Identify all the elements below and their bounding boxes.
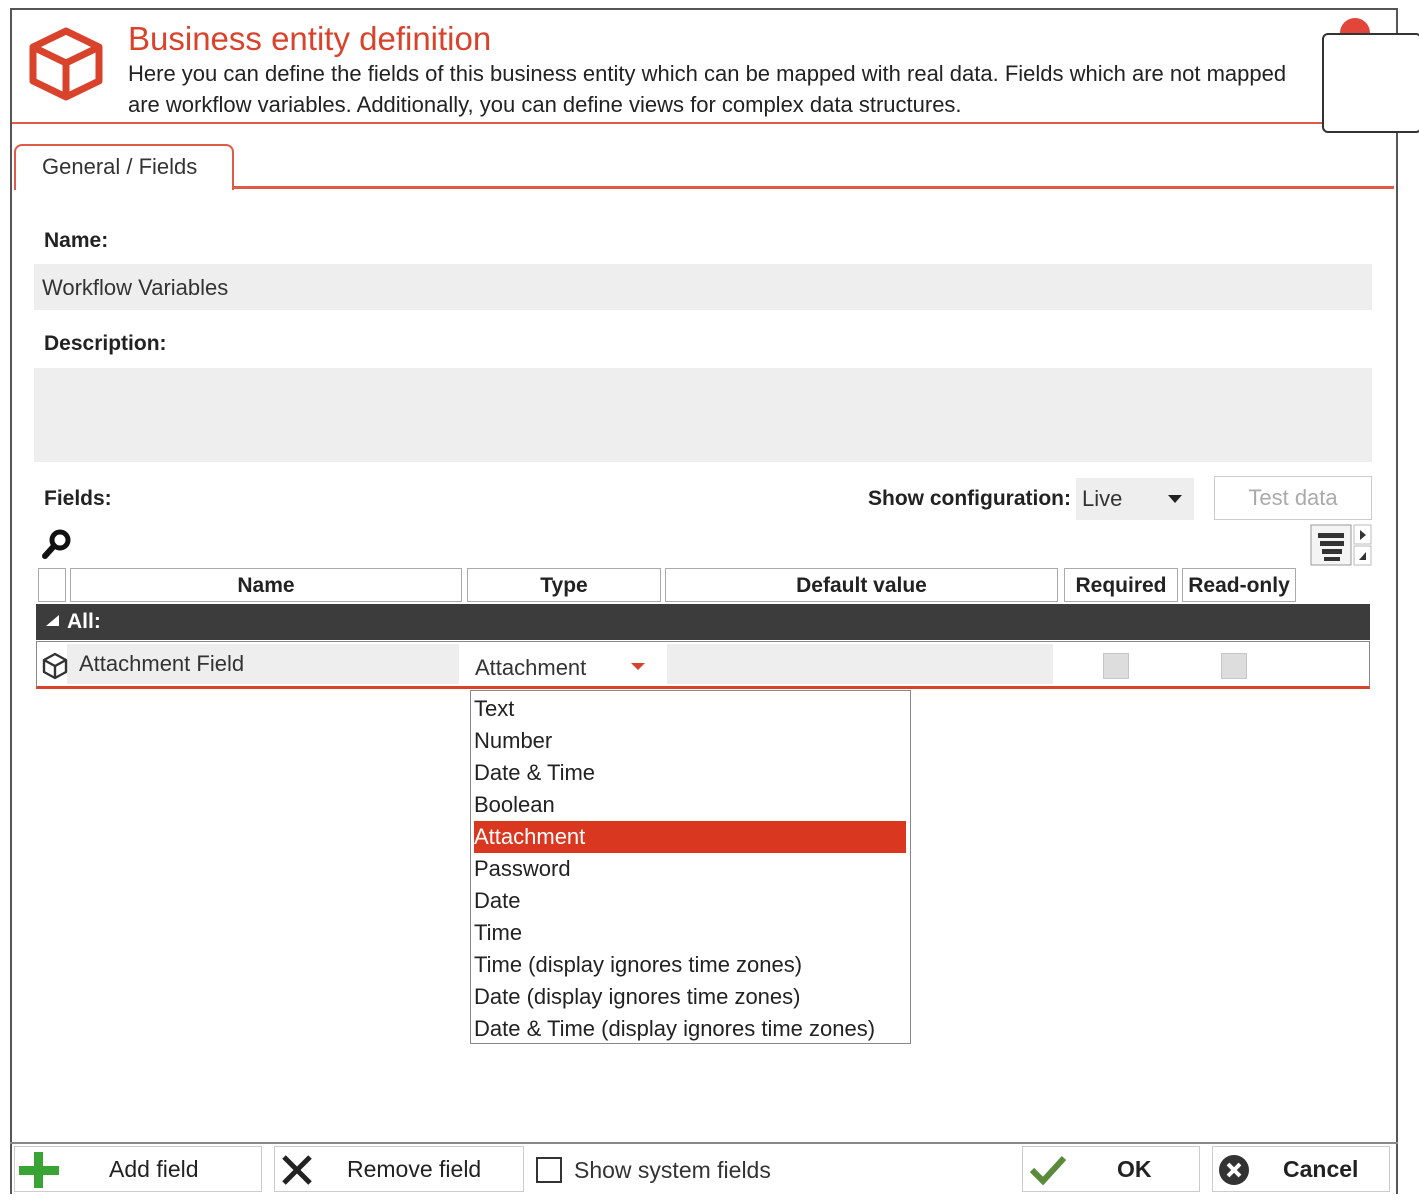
check-icon bbox=[1029, 1154, 1067, 1186]
dropdown-option-password[interactable]: Password bbox=[474, 853, 906, 885]
column-chooser-icon[interactable] bbox=[1310, 524, 1372, 566]
overlay-box bbox=[1322, 33, 1419, 133]
header-divider bbox=[12, 122, 1322, 124]
footer-divider bbox=[10, 1142, 1398, 1144]
dropdown-option-number[interactable]: Number bbox=[474, 725, 906, 757]
dialog-description: Here you can define the fields of this b… bbox=[128, 61, 1287, 117]
test-data-button[interactable]: Test data bbox=[1214, 476, 1372, 520]
search-icon[interactable] bbox=[40, 527, 74, 561]
add-field-button[interactable]: Add field bbox=[14, 1146, 262, 1192]
dropdown-option-date-time[interactable]: Date & Time bbox=[474, 757, 906, 789]
show-configuration-label: Show configuration: bbox=[868, 487, 1071, 510]
show-system-fields-label: Show system fields bbox=[574, 1157, 771, 1183]
field-type[interactable]: Attachment bbox=[475, 655, 586, 681]
dropdown-option-date-no-tz[interactable]: Date (display ignores time zones) bbox=[474, 981, 906, 1013]
ok-label: OK bbox=[1117, 1156, 1152, 1182]
name-field[interactable]: Workflow Variables bbox=[34, 264, 1372, 310]
column-header-type[interactable]: Type bbox=[467, 568, 661, 602]
dropdown-option-date[interactable]: Date bbox=[474, 885, 906, 917]
column-header-name[interactable]: Name bbox=[70, 568, 462, 602]
description-label: Description: bbox=[44, 332, 167, 355]
remove-x-icon bbox=[281, 1155, 313, 1185]
add-field-label: Add field bbox=[109, 1156, 199, 1182]
dropdown-arrow-icon[interactable] bbox=[631, 663, 645, 670]
column-header-required[interactable]: Required bbox=[1064, 568, 1178, 602]
select-column-header[interactable] bbox=[38, 568, 66, 602]
cancel-label: Cancel bbox=[1283, 1156, 1359, 1182]
dropdown-option-time[interactable]: Time bbox=[474, 917, 906, 949]
dropdown-option-attachment[interactable]: Attachment bbox=[474, 821, 906, 853]
add-icon bbox=[19, 1152, 59, 1188]
remove-field-label: Remove field bbox=[347, 1156, 482, 1182]
field-name: Attachment Field bbox=[79, 651, 245, 676]
name-label: Name: bbox=[44, 229, 109, 252]
dropdown-option-boolean[interactable]: Boolean bbox=[474, 789, 906, 821]
cancel-button[interactable]: Cancel bbox=[1212, 1146, 1390, 1192]
cancel-icon bbox=[1217, 1153, 1251, 1187]
name-field-value: Workflow Variables bbox=[42, 275, 229, 300]
tab-general-fields[interactable]: General / Fields bbox=[14, 144, 234, 190]
tab-underline bbox=[232, 186, 1394, 189]
required-checkbox[interactable] bbox=[1103, 653, 1129, 679]
column-header-read-only[interactable]: Read-only bbox=[1182, 568, 1296, 602]
default-value-cell[interactable] bbox=[667, 644, 1053, 684]
remove-field-button[interactable]: Remove field bbox=[274, 1146, 524, 1192]
collapse-triangle-icon bbox=[46, 614, 59, 626]
group-row-all[interactable]: All: bbox=[36, 604, 1370, 640]
business-entity-cube-icon bbox=[28, 26, 104, 102]
dropdown-option-text[interactable]: Text bbox=[474, 693, 906, 725]
group-label: All: bbox=[67, 610, 101, 633]
show-configuration-select[interactable]: Live bbox=[1076, 478, 1194, 520]
read-only-checkbox[interactable] bbox=[1221, 653, 1247, 679]
ok-button[interactable]: OK bbox=[1022, 1146, 1200, 1192]
dropdown-option-time-no-tz[interactable]: Time (display ignores time zones) bbox=[474, 949, 906, 981]
column-header-default-value[interactable]: Default value bbox=[665, 568, 1058, 602]
chevron-down-icon bbox=[1168, 495, 1182, 503]
dropdown-option-date-time-no-tz[interactable]: Date & Time (display ignores time zones) bbox=[474, 1013, 906, 1045]
show-system-fields-checkbox[interactable] bbox=[536, 1157, 562, 1183]
dialog-title: Business entity definition bbox=[128, 20, 492, 57]
fields-label: Fields: bbox=[44, 487, 112, 510]
table-row[interactable]: Attachment Field Attachment bbox=[36, 641, 1370, 689]
description-field[interactable] bbox=[34, 368, 1372, 462]
type-dropdown-list: Text Number Date & Time Boolean Attachme… bbox=[470, 690, 911, 1044]
show-configuration-value: Live bbox=[1082, 486, 1123, 511]
field-cube-icon bbox=[41, 652, 69, 680]
